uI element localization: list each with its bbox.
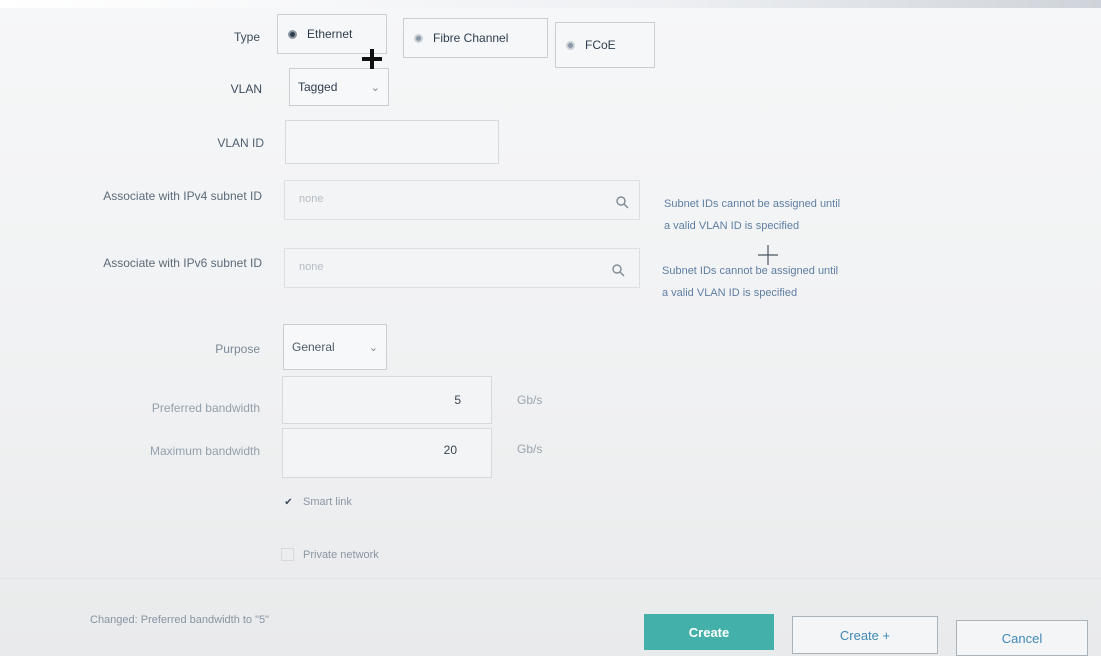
preferred-bandwidth-unit: Gb/s — [517, 393, 543, 407]
search-icon[interactable] — [611, 263, 625, 277]
type-option-label: FCoE — [585, 38, 616, 52]
vlan-id-label: VLAN ID — [217, 136, 264, 150]
maximum-bandwidth-unit: Gb/s — [517, 442, 543, 456]
chevron-down-icon: ⌄ — [368, 341, 378, 354]
type-label: Type — [233, 30, 260, 44]
smart-link-checkbox[interactable]: ✔ Smart link — [283, 496, 352, 508]
preferred-bandwidth-value: 5 — [454, 393, 461, 407]
ipv6-subnet-hint: Subnet IDs cannot be assigned until a va… — [662, 260, 962, 304]
private-network-checkbox[interactable]: ✔ Private network — [281, 548, 379, 561]
create-button[interactable]: Create — [644, 614, 774, 650]
top-edge — [0, 0, 1101, 8]
ipv4-subnet-label: Associate with IPv4 subnet ID — [103, 189, 262, 203]
purpose-select-value: General — [292, 340, 335, 354]
type-option-fcoe[interactable]: FCoE — [555, 22, 655, 68]
radio-unselected-icon — [414, 33, 423, 43]
search-icon[interactable] — [615, 195, 629, 209]
private-network-label: Private network — [303, 548, 379, 561]
radio-selected-icon — [288, 29, 297, 39]
create-network-dialog: Type Ethernet Fibre Channel FCoE VLAN Ta… — [0, 0, 1101, 656]
maximum-bandwidth-value: 20 — [443, 443, 457, 457]
vlan-select-value: Tagged — [298, 80, 338, 94]
maximum-bandwidth-input[interactable]: 20 — [282, 428, 492, 478]
purpose-label: Purpose — [215, 342, 260, 356]
hint-line: Subnet IDs cannot be assigned until — [664, 198, 841, 210]
chevron-down-icon: ⌄ — [370, 81, 380, 94]
checkbox-empty-icon: ✔ — [281, 548, 294, 561]
vlan-select[interactable]: Tagged ⌄ — [289, 68, 389, 106]
hint-line: a valid VLAN ID is specified — [664, 220, 800, 232]
preferred-bandwidth-label: Preferred bandwidth — [151, 401, 260, 415]
checkmark-icon: ✔ — [284, 496, 293, 508]
vlan-id-input[interactable] — [285, 120, 499, 164]
create-plus-button[interactable]: Create + — [792, 616, 938, 654]
hint-line: Subnet IDs cannot be assigned until — [662, 265, 839, 277]
hint-line: a valid VLAN ID is specified — [662, 287, 798, 299]
smart-link-label: Smart link — [303, 496, 352, 508]
cancel-button[interactable]: Cancel — [956, 620, 1088, 656]
ipv4-subnet-placeholder: none — [299, 193, 324, 205]
footer-divider — [0, 578, 1101, 579]
status-message: Changed: Preferred bandwidth to "5" — [90, 614, 270, 626]
purpose-select[interactable]: General ⌄ — [283, 324, 387, 370]
type-option-label: Ethernet — [307, 27, 353, 41]
radio-unselected-icon — [566, 40, 575, 50]
type-option-label: Fibre Channel — [433, 31, 509, 45]
type-option-fibre-channel[interactable]: Fibre Channel — [403, 18, 548, 58]
ipv6-subnet-input[interactable]: none — [284, 248, 640, 288]
ipv4-subnet-hint: Subnet IDs cannot be assigned until a va… — [664, 193, 964, 237]
vlan-label: VLAN — [230, 82, 262, 96]
ipv4-subnet-input[interactable]: none — [284, 180, 640, 220]
preferred-bandwidth-input[interactable]: 5 — [282, 376, 492, 424]
maximum-bandwidth-label: Maximum bandwidth — [149, 444, 260, 458]
ipv6-subnet-label: Associate with IPv6 subnet ID — [103, 256, 262, 270]
type-option-ethernet[interactable]: Ethernet — [277, 14, 387, 54]
ipv6-subnet-placeholder: none — [299, 261, 324, 273]
